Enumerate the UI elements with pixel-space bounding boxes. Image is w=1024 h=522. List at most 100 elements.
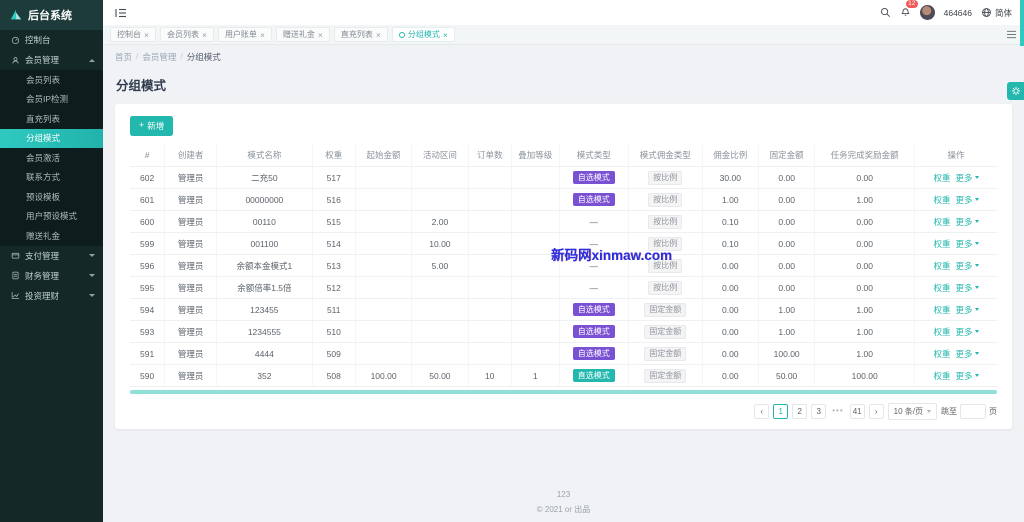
- horizontal-scrollbar[interactable]: [130, 390, 997, 394]
- row-weight-link[interactable]: 权重: [934, 217, 951, 227]
- cell-mode-name: 4444: [216, 342, 313, 365]
- row-more-label: 更多: [955, 216, 973, 227]
- cell-start-amount: [355, 166, 413, 189]
- tab-close-icon[interactable]: [443, 30, 448, 40]
- cell-mode-type: 自选模式: [559, 166, 629, 189]
- sidebar-fold-icon[interactable]: [115, 8, 127, 18]
- page-button-last[interactable]: 41: [849, 404, 865, 419]
- tab-menu-icon[interactable]: [1006, 30, 1017, 39]
- row-weight-link[interactable]: 权重: [934, 305, 951, 315]
- app-logo[interactable]: 后台系统: [0, 0, 103, 30]
- sidebar-item-member-ip[interactable]: 会员IP检测: [0, 90, 103, 110]
- sidebar-item-group-mode[interactable]: 分组模式: [0, 128, 103, 148]
- cell-mode-type: 直选模式: [559, 364, 629, 387]
- cell-mode-type: 自选模式: [559, 320, 629, 343]
- row-more-link[interactable]: 更多: [956, 260, 979, 272]
- cell-commission-ratio: 1.00: [702, 188, 759, 211]
- row-weight-link[interactable]: 权重: [934, 349, 951, 359]
- sidebar-group-finance[interactable]: 财务管理: [0, 266, 103, 286]
- cell-activity-range: [411, 188, 469, 211]
- sidebar-item-gift-money[interactable]: 赠送礼金: [0, 226, 103, 246]
- page-size-select[interactable]: 10 条/页: [887, 403, 937, 420]
- table-body: 602 管理员 二充50 517 自选模式 按比例 30.00 0.00 0.0…: [130, 166, 997, 387]
- cell-task-reward: 0.00: [814, 166, 916, 189]
- row-weight-link[interactable]: 权重: [934, 239, 951, 249]
- tab-gift-money[interactable]: 赠送礼金: [275, 27, 330, 42]
- row-weight-link[interactable]: 权重: [934, 195, 951, 205]
- tab-close-icon[interactable]: [318, 30, 323, 40]
- tab-recharge-list[interactable]: 直充列表: [333, 27, 388, 42]
- sidebar-group-member[interactable]: 会员管理: [0, 50, 103, 70]
- sidebar-item-preset-template[interactable]: 预设模板: [0, 187, 103, 207]
- vertical-scrollbar[interactable]: [1020, 0, 1024, 46]
- row-more-link[interactable]: 更多: [956, 216, 979, 228]
- row-weight-link[interactable]: 权重: [934, 283, 951, 293]
- row-more-link[interactable]: 更多: [956, 326, 979, 338]
- cell-order-count: [468, 166, 512, 189]
- cell-actions: 权重 更多: [914, 188, 997, 211]
- row-more-link[interactable]: 更多: [956, 172, 979, 184]
- cell-fixed-amount: 0.00: [758, 210, 816, 233]
- row-more-link[interactable]: 更多: [956, 370, 979, 382]
- row-weight-link[interactable]: 权重: [934, 261, 951, 271]
- row-weight-link[interactable]: 权重: [934, 327, 951, 337]
- breadcrumb-section[interactable]: 会员管理: [142, 51, 176, 63]
- add-button[interactable]: + 新增: [130, 115, 174, 136]
- tab-close-icon[interactable]: [376, 30, 381, 40]
- sidebar-item-member-list[interactable]: 会员列表: [0, 70, 103, 90]
- cell-actions: 权重 更多: [914, 320, 997, 343]
- tab-close-icon[interactable]: [260, 30, 265, 40]
- row-more-link[interactable]: 更多: [956, 348, 979, 360]
- cell-start-amount: [355, 210, 413, 233]
- notifications-button[interactable]: 12: [900, 0, 918, 22]
- cell-start-amount: [355, 188, 413, 211]
- sidebar-group-payment[interactable]: 支付管理: [0, 246, 103, 266]
- cell-activity-range: 10.00: [411, 232, 469, 255]
- cell-commission-type: 固定金额: [628, 364, 703, 387]
- globe-icon: [982, 8, 991, 17]
- sidebar-item-contact[interactable]: 联系方式: [0, 168, 103, 188]
- cell-commission-ratio: 0.00: [702, 276, 759, 299]
- sidebar-group-invest[interactable]: 投资理财: [0, 286, 103, 306]
- breadcrumb-home[interactable]: 首页: [115, 51, 132, 63]
- tab-group-mode[interactable]: 分组模式: [391, 27, 455, 42]
- page-button-3[interactable]: 3: [811, 404, 827, 419]
- page-button-2[interactable]: 2: [792, 404, 808, 419]
- row-weight-link[interactable]: 权重: [934, 371, 951, 381]
- page-size-label: 10 条/页: [893, 407, 923, 416]
- tab-console[interactable]: 控制台: [110, 27, 156, 42]
- cell-actions: 权重 更多: [914, 298, 997, 321]
- tab-close-icon[interactable]: [202, 30, 207, 40]
- language-switcher[interactable]: 简体: [981, 7, 1012, 19]
- cell-weight: 516: [312, 188, 356, 211]
- prev-page-button[interactable]: ‹: [754, 404, 770, 419]
- tab-member-list[interactable]: 会员列表: [159, 27, 214, 42]
- row-more-link[interactable]: 更多: [956, 194, 979, 206]
- cell-creator: 管理员: [164, 188, 218, 211]
- refresh-icon[interactable]: [398, 31, 405, 38]
- sidebar-item-member-activate[interactable]: 会员激活: [0, 148, 103, 168]
- row-more-link[interactable]: 更多: [956, 238, 979, 250]
- settings-button[interactable]: [1007, 82, 1024, 100]
- cell-commission-type: 按比例: [628, 254, 703, 277]
- language-label: 简体: [994, 7, 1012, 18]
- sidebar-item-recharge-list[interactable]: 直充列表: [0, 109, 103, 129]
- page-button-1[interactable]: 1: [773, 404, 789, 419]
- sidebar-item-console[interactable]: 控制台: [0, 30, 103, 50]
- jump-input[interactable]: [960, 404, 986, 419]
- tab-close-icon[interactable]: [144, 30, 149, 40]
- table-row: 590 管理员 352 508 100.00 50.00 10 1 直选模式 固…: [130, 364, 997, 387]
- tab-user-bill[interactable]: 用户账单: [217, 27, 272, 42]
- cell-commission-ratio: 0.00: [702, 342, 759, 365]
- cell-order-count: [468, 188, 512, 211]
- next-page-button[interactable]: ›: [868, 404, 884, 419]
- cell-mode-name: 二充50: [216, 166, 313, 189]
- username[interactable]: 464646: [944, 8, 972, 18]
- column-header: 起始金额: [355, 144, 413, 167]
- sidebar-item-user-preset-mode[interactable]: 用户预设模式: [0, 207, 103, 227]
- row-more-link[interactable]: 更多: [956, 282, 979, 294]
- row-more-link[interactable]: 更多: [956, 304, 979, 316]
- row-weight-link[interactable]: 权重: [934, 173, 951, 183]
- avatar[interactable]: [919, 5, 935, 20]
- search-icon[interactable]: [880, 7, 891, 18]
